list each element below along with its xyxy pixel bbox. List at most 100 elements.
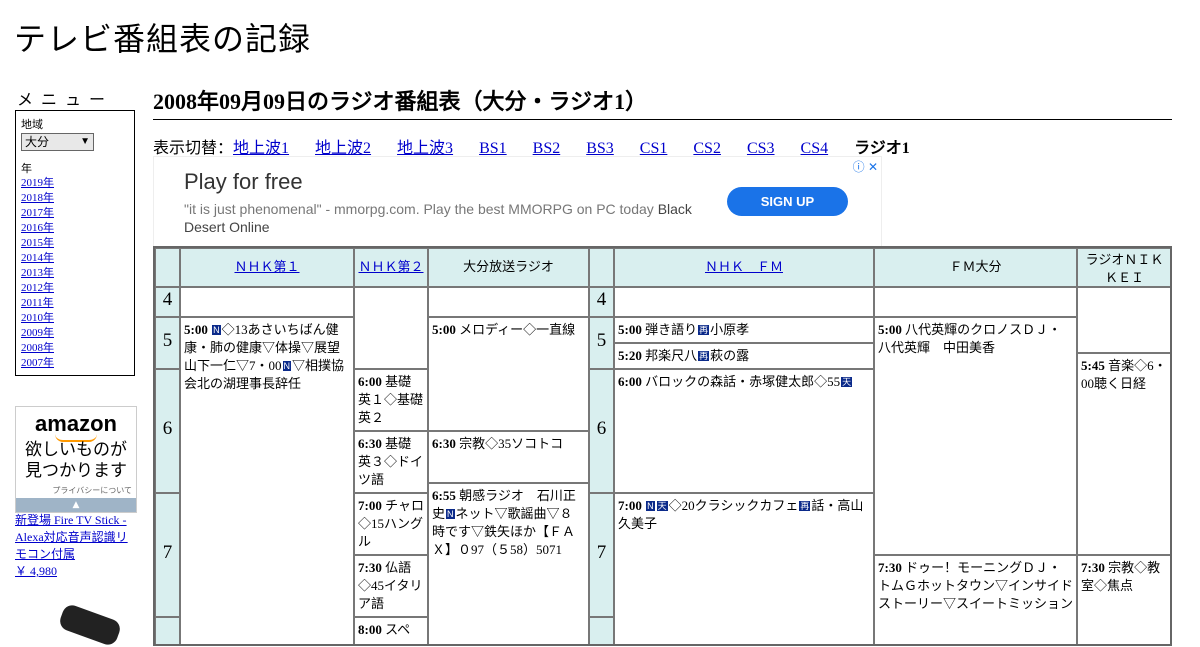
program-cell-nik-545[interactable]: 5:45 音楽◇6・00聴く日経 <box>1077 353 1170 555</box>
ad-info-close-icon[interactable]: ⓘ ✕ <box>853 158 878 175</box>
program-cell-fmo-730[interactable]: 7:30 ドゥー！モーニングＤＪ・トムＧホットタウン▽インサイドストーリー▽スイ… <box>874 555 1077 644</box>
switch-link-bs3[interactable]: BS3 <box>586 140 614 157</box>
mmorpg-ad-banner[interactable]: Play for free "it is just phenomenal" - … <box>153 156 882 247</box>
program-title-cont: 萩の露 <box>710 348 750 363</box>
program-cell-nik-730[interactable]: 7:30 宗教◇教室◇焦点 <box>1077 555 1170 644</box>
switch-link-bs2[interactable]: BS2 <box>533 140 561 157</box>
channel-header-nhk2: ＮＨＫ第２ <box>354 248 428 287</box>
switch-link-cs1[interactable]: CS1 <box>640 140 668 157</box>
ad-description: "it is just phenomenal" - mmorpg.com. Pl… <box>184 200 704 236</box>
year-link-2016[interactable]: 2016年 <box>21 222 54 234</box>
amazon-ad-text: 欲しいものが 見つかります <box>16 440 136 482</box>
switcher-label: 表示切替： <box>153 140 234 157</box>
corner-cell-2 <box>589 248 614 287</box>
switch-link-bs1[interactable]: BS1 <box>479 140 507 157</box>
region-select-value: 大分 <box>25 135 50 149</box>
channel-header-fmoita: ＦＭ大分 <box>874 248 1077 287</box>
year-link-2019[interactable]: 2019年 <box>21 177 54 189</box>
switch-link-cs3[interactable]: CS3 <box>747 140 775 157</box>
page-title: 2008年09月09日のラジオ番組表（大分・ラジオ1） <box>153 84 1172 120</box>
product-link[interactable]: 新登場 Fire TV Stick - Alexa対応音声認識リモコン付属 <box>15 513 128 561</box>
year-link-2014[interactable]: 2014年 <box>21 252 54 264</box>
program-cell-empty <box>428 287 589 317</box>
program-time: 7:30 <box>878 560 902 575</box>
hour-cell-8 <box>155 617 180 644</box>
year-link-2007[interactable]: 2007年 <box>21 357 54 369</box>
program-time: 5:00 <box>184 322 208 337</box>
channel-header-obs: 大分放送ラジオ <box>428 248 589 287</box>
program-cell-empty <box>614 287 874 317</box>
channel-link-nhkfm[interactable]: ＮＨＫ ＦＭ <box>705 259 783 274</box>
ad-privacy-link[interactable]: プライバシーについて <box>52 485 132 496</box>
program-cell-fm-500[interactable]: 5:00 弾き語り再小原孝 <box>614 317 874 343</box>
amazon-ad-text-line2: 見つかります <box>25 461 127 481</box>
news-icon: N <box>646 501 655 511</box>
menu-box: 地域 大分 ▼ 年 2019年 2018年 2017年 2016年 2015年 … <box>15 110 135 376</box>
program-cell-nhk2-630[interactable]: 6:30 基礎英３◇ドイツ語 <box>354 431 428 493</box>
hour-cell-4: 4 <box>155 287 180 317</box>
program-time: 5:00 <box>618 322 642 337</box>
switch-link-chijo1[interactable]: 地上波1 <box>233 140 289 157</box>
program-cell-nhk2-600[interactable]: 6:00 基礎英１◇基礎英２ <box>354 369 428 431</box>
year-link-2011[interactable]: 2011年 <box>21 297 54 309</box>
year-link-2018[interactable]: 2018年 <box>21 192 54 204</box>
news-icon: N <box>212 325 221 335</box>
program-cell-obs-655[interactable]: 6:55 朝感ラジオ 石川正史 N ネット▽歌謡曲▽８時です▽鉄矢ほか【ＦＡＸ】０9… <box>428 483 589 644</box>
hour-cell-6-right: 6 <box>589 369 614 493</box>
corner-cell <box>155 248 180 287</box>
year-link-2009[interactable]: 2009年 <box>21 327 54 339</box>
ad-desc-text: "it is just phenomenal" - mmorpg.com. Pl… <box>184 201 658 217</box>
year-link-2008[interactable]: 2008年 <box>21 342 54 354</box>
ad-expand-bar[interactable]: ▲ <box>16 498 136 512</box>
program-cell-empty <box>354 287 428 369</box>
program-cell-empty <box>874 287 1077 317</box>
program-cell-nhk1-500[interactable]: 5:00 N ◇13あさいちばん健康・肺の健康▽体操▽展望 山下一仁▽7・00 N ▽… <box>180 317 354 644</box>
program-cell-fmo-500[interactable]: 5:00 八代英輝のクロノスＤＪ・八代英輝 中田美香 <box>874 317 1077 555</box>
sign-up-button[interactable]: SIGN UP <box>727 187 848 216</box>
menu-label: メニュー <box>17 90 114 109</box>
program-cell-fm-700[interactable]: 7:00 N 天 ◇20クラシックカフェ再話・高山久美子 <box>614 493 874 644</box>
program-cell-nhk2-700[interactable]: 7:00 チャロ◇15ハングル <box>354 493 428 555</box>
weather-icon: 天 <box>656 501 668 511</box>
chevron-down-icon: ▼ <box>80 136 90 147</box>
fire-tv-stick-image[interactable] <box>57 602 123 647</box>
news-icon: N <box>446 509 455 519</box>
switch-link-cs2[interactable]: CS2 <box>693 140 721 157</box>
channel-header-nikkei: ラジオＮＩＫＫＥＩ <box>1077 248 1170 287</box>
switch-link-cs4[interactable]: CS4 <box>801 140 829 157</box>
year-link-2013[interactable]: 2013年 <box>21 267 54 279</box>
program-time: 7:30 <box>1081 560 1105 575</box>
program-time: 6:30 <box>358 436 382 451</box>
program-cell-nhk2-730[interactable]: 7:30 仏語◇45イタリア語 <box>354 555 428 617</box>
program-time: 6:00 <box>618 374 642 389</box>
amazon-ad-text-line1: 欲しいものが <box>25 440 127 460</box>
program-cell-obs-500[interactable]: 5:00 メロディー◇一直線 <box>428 317 589 431</box>
year-list: 2019年 2018年 2017年 2016年 2015年 2014年 2013… <box>21 176 54 371</box>
hour-cell-8-right <box>589 617 614 644</box>
program-cell-fm-600[interactable]: 6:00 バロックの森話・赤塚健太郎◇55 天 <box>614 369 874 493</box>
year-link-2010[interactable]: 2010年 <box>21 312 54 324</box>
product-price[interactable]: ￥ 4,980 <box>15 563 135 580</box>
year-link-2015[interactable]: 2015年 <box>21 237 54 249</box>
hour-cell-7: 7 <box>155 493 180 617</box>
year-label: 年 <box>21 163 32 175</box>
region-select[interactable]: 大分 ▼ <box>21 133 94 151</box>
program-time: 5:00 <box>878 322 902 337</box>
year-link-2012[interactable]: 2012年 <box>21 282 54 294</box>
program-cell-obs-630[interactable]: 6:30 宗教◇35ソコトコ <box>428 431 589 483</box>
channel-link-nhk2[interactable]: ＮＨＫ第２ <box>358 259 423 274</box>
program-title: 邦楽尺八 <box>645 348 698 363</box>
hour-cell-6: 6 <box>155 369 180 493</box>
amazon-ad-banner[interactable]: amazon 欲しいものが 見つかります プライバシーについて ▲ <box>15 406 137 513</box>
switch-link-chijo2[interactable]: 地上波2 <box>315 140 371 157</box>
program-cell-nhk2-800[interactable]: 8:00 スペ <box>354 617 428 644</box>
hour-cell-4-right: 4 <box>589 287 614 317</box>
program-cell-fm-520[interactable]: 5:20 邦楽尺八再萩の露 <box>614 343 874 369</box>
product-ad[interactable]: 新登場 Fire TV Stick - Alexa対応音声認識リモコン付属 ￥ … <box>15 512 135 580</box>
program-title: ドゥー！モーニングＤＪ・トムＧホットタウン▽インサイドストーリー▽スイートミッシ… <box>878 560 1074 611</box>
switch-link-chijo3[interactable]: 地上波3 <box>397 140 453 157</box>
year-link-2017[interactable]: 2017年 <box>21 207 54 219</box>
news-icon: N <box>282 361 292 371</box>
program-title-cont: 小原孝 <box>710 322 750 337</box>
channel-link-nhk1[interactable]: ＮＨＫ第１ <box>234 259 299 274</box>
